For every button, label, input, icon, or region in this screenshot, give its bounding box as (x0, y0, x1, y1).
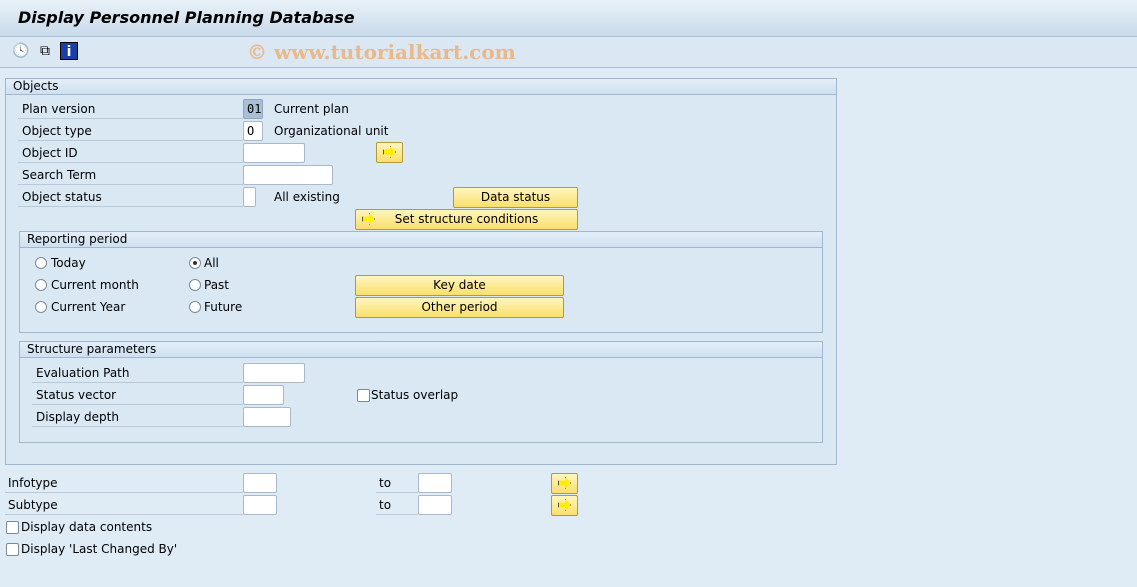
info-icon[interactable]: i (60, 42, 78, 60)
data-status-button[interactable]: Data status (453, 187, 578, 208)
arrow-right-icon (558, 477, 571, 489)
plan-version-desc: Current plan (274, 102, 349, 116)
plan-version-label: Plan version (18, 99, 243, 119)
object-id-label: Object ID (18, 143, 243, 163)
key-date-button[interactable]: Key date (355, 275, 564, 296)
status-vector-field[interactable] (243, 385, 284, 405)
radio-today[interactable]: Today (35, 256, 145, 271)
object-id-multiple-selection-button[interactable] (376, 142, 403, 163)
object-type-label: Object type (18, 121, 243, 141)
radio-label: Today (51, 256, 86, 270)
evaluation-path-label: Evaluation Path (32, 363, 243, 383)
radio-button[interactable] (189, 301, 201, 313)
evaluation-path-field[interactable] (243, 363, 305, 383)
status-overlap-label: Status overlap (371, 388, 459, 402)
radio-label: Current month (51, 278, 139, 292)
radio-past[interactable]: Past (189, 278, 269, 293)
object-id-field[interactable] (243, 143, 305, 163)
arrow-right-icon (362, 213, 375, 225)
set-structure-conditions-button[interactable]: Set structure conditions (355, 209, 578, 230)
status-vector-label: Status vector (32, 385, 243, 405)
subtype-label: Subtype (5, 495, 243, 515)
toolbar (0, 37, 1137, 68)
search-term-field[interactable] (243, 165, 333, 185)
plan-version-field[interactable]: 01 (243, 99, 263, 119)
watermark: © www.tutorialkart.com (247, 40, 516, 64)
radio-label: All (204, 256, 219, 270)
radio-button[interactable] (35, 279, 47, 291)
infotype-label: Infotype (5, 473, 243, 493)
arrow-right-icon (558, 499, 571, 511)
display-data-contents-checkbox[interactable] (6, 521, 19, 534)
search-term-label: Search Term (18, 165, 243, 185)
infotype-to-label: to (376, 473, 418, 493)
arrow-right-icon (383, 146, 396, 158)
display-last-changed-checkbox[interactable] (6, 543, 19, 556)
infotype-multiple-selection-button[interactable] (551, 473, 578, 494)
infotype-to-field[interactable] (418, 473, 452, 493)
radio-label: Future (204, 300, 243, 314)
display-depth-label: Display depth (32, 407, 243, 427)
subtype-from-field[interactable] (243, 495, 277, 515)
radio-label: Current Year (51, 300, 126, 314)
display-data-contents-label: Display data contents (21, 520, 153, 534)
radio-button[interactable] (35, 257, 47, 269)
display-depth-field[interactable] (243, 407, 291, 427)
other-period-button[interactable]: Other period (355, 297, 564, 318)
button-label: Set structure conditions (394, 212, 539, 226)
radio-current-year[interactable]: Current Year (35, 300, 145, 315)
object-status-field[interactable] (243, 187, 256, 207)
subtype-multiple-selection-button[interactable] (551, 495, 578, 516)
display-last-changed-label: Display 'Last Changed By' (21, 542, 178, 556)
radio-current-month[interactable]: Current month (35, 278, 145, 293)
radio-all[interactable]: All (189, 256, 269, 271)
object-type-desc: Organizational unit (274, 124, 389, 138)
page-title: Display Personnel Planning Database (18, 8, 355, 27)
object-type-field[interactable]: O (243, 121, 263, 141)
title-bar: Display Personnel Planning Database (0, 0, 1137, 37)
subtype-to-field[interactable] (418, 495, 452, 515)
object-status-label: Object status (18, 187, 243, 207)
radio-button[interactable] (35, 301, 47, 313)
group-header: Reporting period (20, 232, 822, 248)
status-overlap-checkbox[interactable] (357, 389, 370, 402)
infotype-from-field[interactable] (243, 473, 277, 493)
group-header: Objects (6, 79, 836, 95)
execute-clock-icon[interactable]: 🕓 (12, 42, 30, 60)
object-status-desc: All existing (274, 190, 340, 204)
radio-future[interactable]: Future (189, 300, 269, 315)
subtype-to-label: to (376, 495, 418, 515)
radio-label: Past (204, 278, 230, 292)
copy-icon[interactable]: ⧉ (36, 42, 54, 60)
group-header: Structure parameters (20, 342, 822, 358)
radio-button[interactable] (189, 279, 201, 291)
radio-button[interactable] (189, 257, 201, 269)
